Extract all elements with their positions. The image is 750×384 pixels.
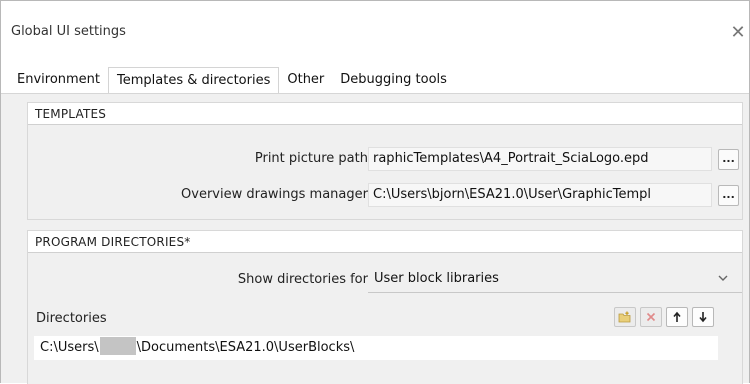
- title-bar: Global UI settings ✕: [1, 1, 749, 65]
- dialog-window: Global UI settings ✕ Environment Templat…: [0, 0, 750, 384]
- move-up-button[interactable]: [666, 307, 688, 327]
- move-down-button[interactable]: [692, 307, 714, 327]
- tab-content: TEMPLATES Print picture path raphicTempl…: [1, 93, 749, 384]
- overview-drawings-label: Overview drawings manager: [181, 187, 368, 202]
- arrow-down-icon: [699, 312, 707, 323]
- show-directories-row: Show directories for User block librarie…: [28, 267, 744, 293]
- print-picture-browse-button[interactable]: ...: [718, 149, 739, 170]
- directory-list-item[interactable]: C:\Users\ \Documents\ESA21.0\UserBlocks\: [34, 336, 718, 360]
- program-directories-group: PROGRAM DIRECTORIES* Show directories fo…: [27, 230, 743, 384]
- directory-path-suffix: \Documents\ESA21.0\UserBlocks\: [136, 340, 355, 355]
- tab-strip: Environment Templates & directories Othe…: [9, 67, 455, 94]
- print-picture-label: Print picture path: [254, 151, 368, 166]
- print-picture-row: Print picture path raphicTemplates\A4_Po…: [28, 147, 744, 171]
- tab-templates-directories[interactable]: Templates & directories: [108, 67, 280, 94]
- arrow-up-icon: [673, 311, 681, 322]
- tab-other[interactable]: Other: [279, 67, 332, 93]
- chevron-down-icon: [718, 272, 728, 285]
- close-icon: ✕: [730, 21, 746, 43]
- show-directories-value: User block libraries: [374, 271, 499, 286]
- tab-debugging-tools[interactable]: Debugging tools: [332, 67, 455, 93]
- show-directories-select[interactable]: User block libraries: [368, 267, 742, 293]
- tab-environment[interactable]: Environment: [9, 67, 108, 93]
- delete-icon: [646, 312, 656, 322]
- redacted-username: [99, 337, 136, 355]
- templates-header: TEMPLATES: [28, 103, 742, 125]
- new-folder-button[interactable]: [614, 307, 636, 327]
- new-folder-icon: [618, 311, 631, 323]
- program-directories-header: PROGRAM DIRECTORIES*: [28, 231, 742, 253]
- directory-path-prefix: C:\Users\: [40, 340, 99, 355]
- print-picture-path-field[interactable]: raphicTemplates\A4_Portrait_SciaLogo.epd: [368, 147, 712, 171]
- delete-button[interactable]: [640, 307, 662, 327]
- overview-drawings-browse-button[interactable]: ...: [718, 185, 739, 206]
- templates-group: TEMPLATES Print picture path raphicTempl…: [27, 102, 743, 220]
- dialog-title: Global UI settings: [11, 24, 126, 39]
- overview-drawings-path-field[interactable]: C:\Users\bjorn\ESA21.0\User\GraphicTempl: [368, 183, 712, 207]
- overview-drawings-row: Overview drawings manager C:\Users\bjorn…: [28, 183, 744, 207]
- close-button[interactable]: ✕: [727, 19, 749, 45]
- show-directories-label: Show directories for: [237, 272, 368, 287]
- directories-label: Directories: [36, 311, 107, 326]
